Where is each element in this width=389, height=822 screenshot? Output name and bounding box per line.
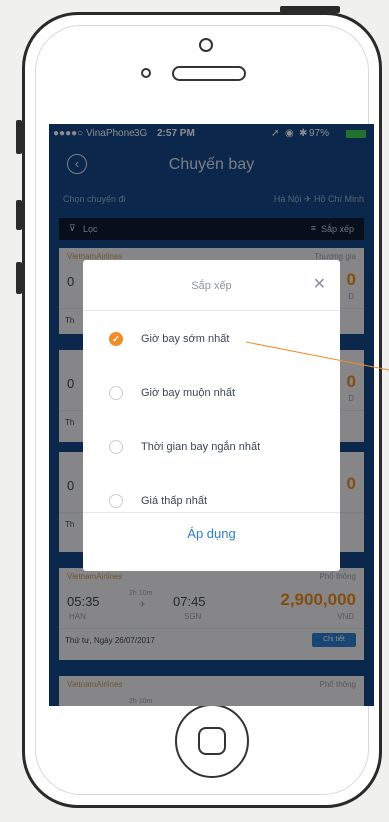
speaker-grille (172, 66, 246, 81)
radio-unchecked-icon[interactable] (109, 440, 123, 454)
sort-option-latest[interactable]: Giờ bay muộn nhất (103, 382, 330, 406)
sort-option-label: Thời gian bay ngắn nhất (141, 441, 261, 453)
radio-checked-icon[interactable]: ✓ (109, 332, 123, 346)
home-button-icon (198, 727, 226, 755)
annotation-pointer-line (245, 341, 389, 371)
sort-dialog: Sắp xếp ✕ ✓ Giờ bay sớm nhất Giờ bay muộ… (83, 260, 340, 571)
radio-unchecked-icon[interactable] (109, 386, 123, 400)
sort-option-label: Giờ bay muộn nhất (141, 387, 236, 399)
close-icon[interactable]: ✕ (313, 274, 326, 294)
sensor-icon (141, 68, 151, 78)
sort-option-cheapest[interactable]: Giá thấp nhất (103, 490, 330, 514)
power-button (280, 6, 340, 13)
app-screen: ●●●●○ VinaPhone 3G 2:57 PM ➚ ◉ ✱ 97% ‹ C… (49, 124, 374, 706)
camera-icon (199, 38, 213, 52)
divider (83, 310, 340, 311)
sort-option-label: Giờ bay sớm nhất (141, 333, 230, 345)
sort-option-label: Giá thấp nhất (141, 495, 208, 507)
divider (83, 512, 340, 513)
volume-down-button (16, 262, 22, 294)
apply-button[interactable]: Áp dụng (83, 526, 340, 541)
volume-up-button (16, 200, 22, 230)
radio-unchecked-icon[interactable] (109, 494, 123, 508)
sort-option-shortest[interactable]: Thời gian bay ngắn nhất (103, 436, 330, 460)
mute-switch (16, 120, 22, 154)
dialog-title: Sắp xếp (191, 280, 232, 292)
